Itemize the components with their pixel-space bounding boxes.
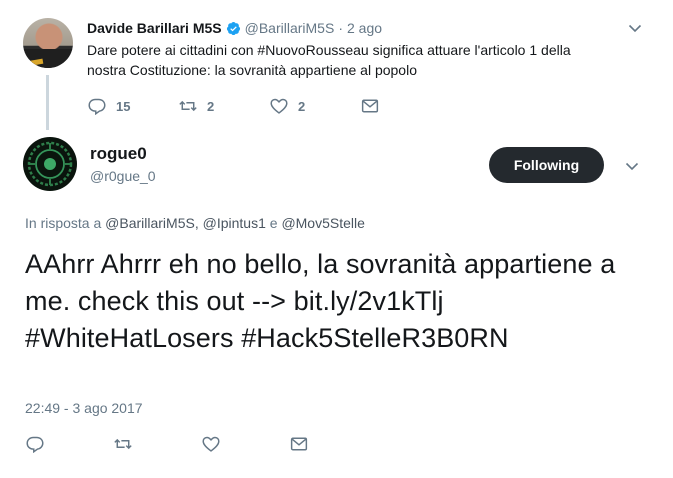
like-button[interactable]: 2	[269, 97, 360, 115]
envelope-icon	[361, 99, 379, 113]
retweet-button[interactable]: 2	[178, 97, 269, 115]
tweet-text: AAhrr Ahrrr eh no bello, la sovranità ap…	[25, 249, 616, 353]
rogue-logo-icon	[27, 141, 73, 187]
reply-button[interactable]	[25, 435, 113, 453]
avatar[interactable]	[23, 18, 73, 68]
verified-badge-icon	[226, 21, 240, 35]
chevron-down-icon[interactable]	[624, 158, 640, 174]
author-name[interactable]: Davide Barillari M5S	[87, 20, 222, 36]
reply-mentions[interactable]: @BarillariM5S, @Ipintus1	[105, 215, 266, 231]
retweet-count: 2	[207, 98, 215, 114]
author-handle[interactable]: @r0gue_0	[90, 168, 156, 184]
reply-joiner: e	[265, 215, 282, 231]
reply-icon	[88, 98, 106, 115]
heart-icon	[270, 98, 288, 114]
retweet-icon	[114, 438, 132, 450]
tweet-timestamp[interactable]: 22:49 - 3 ago 2017	[25, 400, 143, 416]
tweet-actions: 15 2 2	[87, 97, 451, 115]
tweet-actions	[25, 435, 377, 453]
direct-message-button[interactable]	[289, 435, 377, 453]
parent-tweet[interactable]: Davide Barillari M5S @BarillariM5S · 2 a…	[0, 0, 673, 132]
retweet-button[interactable]	[113, 435, 201, 453]
author-name[interactable]: rogue0	[90, 144, 147, 164]
following-button[interactable]: Following	[489, 147, 604, 183]
reply-context: In risposta a @BarillariM5S, @Ipintus1 e…	[25, 215, 365, 231]
retweet-icon	[179, 100, 197, 112]
like-button[interactable]	[201, 435, 289, 453]
reply-to-prefix: In risposta a	[25, 215, 106, 231]
reply-button[interactable]: 15	[87, 97, 178, 115]
separator-dot: ·	[338, 20, 343, 36]
chevron-down-icon[interactable]	[627, 20, 643, 36]
like-count: 2	[298, 98, 306, 114]
heart-icon	[202, 436, 220, 452]
envelope-icon	[290, 437, 308, 451]
author-handle[interactable]: @BarillariM5S	[245, 20, 335, 36]
avatar[interactable]	[23, 137, 77, 191]
tweet-time[interactable]: 2 ago	[347, 20, 382, 36]
parent-tweet-header: Davide Barillari M5S @BarillariM5S · 2 a…	[87, 19, 382, 37]
tweet-text: Dare potere ai cittadini con #NuovoRouss…	[87, 42, 571, 78]
reply-count: 15	[116, 98, 131, 114]
reply-mention-last[interactable]: @Mov5Stelle	[281, 215, 364, 231]
reply-icon	[26, 436, 44, 453]
direct-message-button[interactable]	[360, 97, 451, 115]
